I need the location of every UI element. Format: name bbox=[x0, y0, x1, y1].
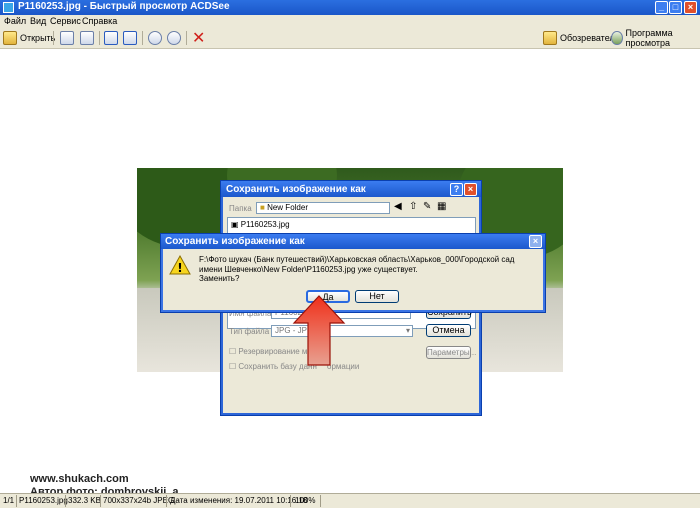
toolbar-separator bbox=[186, 31, 187, 45]
delete-button[interactable]: ✕ bbox=[192, 30, 205, 46]
status-zoom: 100% bbox=[295, 496, 315, 505]
browser-icon bbox=[543, 31, 557, 45]
open-label: Открыть bbox=[20, 33, 55, 43]
status-separator bbox=[320, 495, 321, 507]
menu-file[interactable]: Файл bbox=[4, 16, 26, 26]
close-button[interactable]: × bbox=[684, 1, 697, 14]
zoom-out-button[interactable] bbox=[167, 30, 181, 46]
window-title: P1160253.jpg - Быстрый просмотр ACDSee bbox=[18, 1, 230, 12]
status-index: 1/1 bbox=[3, 496, 14, 505]
folder-icon: ■ bbox=[260, 203, 265, 212]
rotate-left-icon bbox=[104, 31, 118, 45]
viewer-label: Программа просмотра bbox=[626, 28, 700, 48]
status-separator bbox=[290, 495, 291, 507]
title-bar: P1160253.jpg - Быстрый просмотр ACDSee _… bbox=[0, 0, 700, 15]
menu-view[interactable]: Вид bbox=[30, 16, 46, 26]
viewer-button[interactable]: Программа просмотра bbox=[611, 30, 700, 46]
view-menu-icon[interactable]: ▦ bbox=[437, 201, 446, 212]
filetype-label: Тип файла bbox=[229, 327, 269, 336]
up-folder-icon[interactable]: ⇧ bbox=[409, 201, 417, 212]
zoom-out-icon bbox=[167, 31, 181, 45]
browser-button[interactable]: Обозреватель bbox=[543, 30, 619, 46]
new-folder-icon[interactable]: ✎ bbox=[423, 201, 431, 212]
maximize-button[interactable]: □ bbox=[669, 1, 682, 14]
status-modified-date: Дата изменения: 19.07.2011 10:16:18 bbox=[170, 496, 307, 505]
overwrite-confirm-dialog: Сохранить изображение как × ! F:\Фото шу… bbox=[160, 233, 546, 313]
print-button[interactable] bbox=[80, 30, 94, 46]
chevron-down-icon: ▾ bbox=[406, 326, 410, 336]
zoom-in-icon bbox=[148, 31, 162, 45]
status-separator bbox=[65, 495, 66, 507]
confirm-dialog-title: Сохранить изображение как bbox=[165, 236, 305, 247]
toolbar-separator bbox=[142, 31, 143, 45]
file-item-name: P1160253.jpg bbox=[241, 220, 290, 229]
toolbar-separator bbox=[53, 31, 54, 45]
svg-text:!: ! bbox=[177, 261, 182, 275]
print-icon bbox=[80, 31, 94, 45]
menu-tools[interactable]: Сервис bbox=[50, 16, 81, 26]
save-as-dialog-title: Сохранить изображение как bbox=[226, 184, 366, 195]
folder-select[interactable]: ■ New Folder bbox=[256, 202, 390, 214]
status-size: 332.3 KB bbox=[68, 496, 101, 505]
file-item[interactable]: ▣ P1160253.jpg bbox=[231, 220, 290, 229]
delete-icon: ✕ bbox=[192, 28, 205, 48]
status-dimensions: 700x337x24b JPEG bbox=[103, 496, 174, 505]
dialog-close-button[interactable]: × bbox=[464, 183, 477, 196]
app-icon bbox=[3, 2, 14, 13]
toolbar-separator bbox=[99, 31, 100, 45]
folder-value: New Folder bbox=[267, 203, 308, 212]
minimize-button[interactable]: _ bbox=[655, 1, 668, 14]
folder-open-icon bbox=[3, 31, 17, 45]
toolbar: Открыть ✕ Обозреватель Программа просмот… bbox=[0, 28, 700, 49]
help-button[interactable]: ? bbox=[450, 183, 463, 196]
confirm-message-text: F:\Фото шукач (Банк путешествий)\Харьков… bbox=[199, 255, 514, 274]
rotate-left-button[interactable] bbox=[104, 30, 118, 46]
credits-site: www.shukach.com bbox=[30, 473, 179, 486]
status-separator bbox=[100, 495, 101, 507]
confirm-close-button[interactable]: × bbox=[529, 235, 542, 248]
status-bar: 1/1 P1160253.jpg 332.3 KB 700x337x24b JP… bbox=[0, 493, 700, 508]
viewer-icon bbox=[611, 31, 623, 45]
confirm-question: Заменить? bbox=[199, 274, 239, 283]
cancel-button[interactable]: Отмена bbox=[426, 324, 471, 337]
confirm-message: F:\Фото шукач (Банк путешествий)\Харьков… bbox=[199, 255, 539, 284]
back-nav-icon[interactable]: ◀ bbox=[394, 201, 402, 212]
status-separator bbox=[16, 495, 17, 507]
parameters-button[interactable]: Параметры... bbox=[426, 346, 471, 359]
menu-help[interactable]: Справка bbox=[82, 16, 117, 26]
menu-bar: Файл Вид Сервис Справка bbox=[0, 15, 700, 28]
rotate-right-button[interactable] bbox=[123, 30, 137, 46]
zoom-in-button[interactable] bbox=[148, 30, 162, 46]
rotate-right-icon bbox=[123, 31, 137, 45]
folder-label: Папка bbox=[229, 204, 252, 213]
status-separator bbox=[166, 495, 167, 507]
save-as-dialog-titlebar: Сохранить изображение как ? × bbox=[221, 181, 481, 197]
save-image-icon bbox=[60, 31, 74, 45]
open-button[interactable]: Открыть bbox=[3, 30, 55, 46]
status-filename: P1160253.jpg bbox=[19, 496, 68, 505]
save-as-button[interactable] bbox=[60, 30, 74, 46]
warning-icon: ! bbox=[169, 255, 191, 275]
red-arrow-annotation bbox=[292, 295, 346, 367]
no-button[interactable]: Нет bbox=[355, 290, 399, 303]
confirm-dialog-titlebar: Сохранить изображение как × bbox=[161, 234, 545, 249]
